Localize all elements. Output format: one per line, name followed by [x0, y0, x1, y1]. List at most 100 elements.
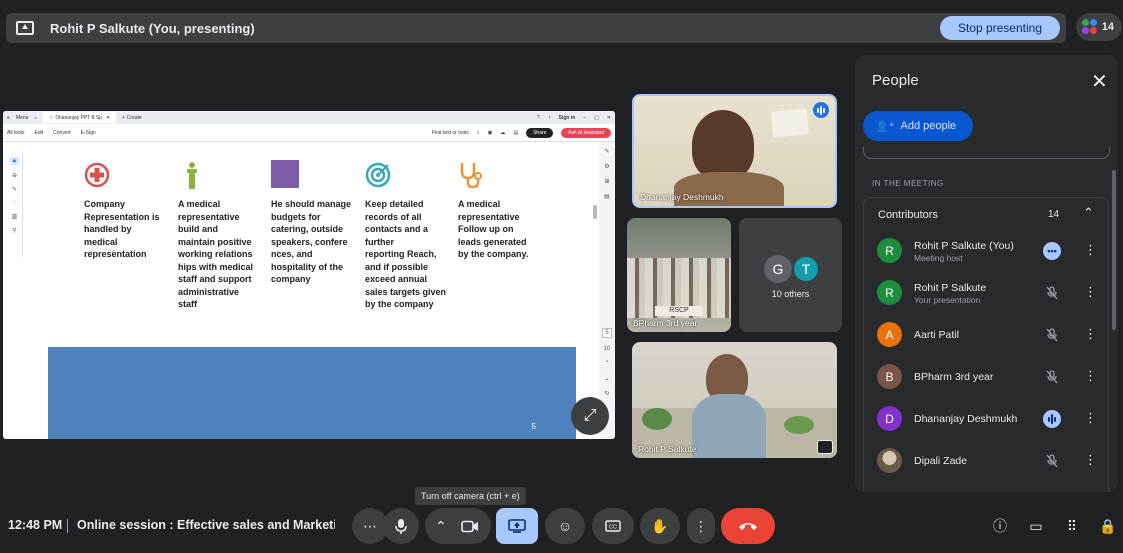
browser-tab[interactable]: ☆ Dhananjay PPT 8 Sp.. ✕: [43, 112, 117, 123]
toolbar-item-esign[interactable]: E-Sign: [81, 130, 96, 136]
slide-text-line: records of all: [365, 211, 422, 222]
camera-button[interactable]: ⌃: [425, 508, 491, 544]
bookmark-icon[interactable]: ⊞: [604, 178, 609, 185]
print-icon[interactable]: ▤: [513, 130, 518, 136]
video-tile-dhananjay[interactable]: Dhananjay Deshmukh: [632, 94, 837, 208]
participant-count-button[interactable]: 14: [1076, 13, 1122, 41]
help-icon[interactable]: ?: [537, 115, 540, 121]
pen-tool-icon[interactable]: ✎: [12, 186, 17, 193]
share-button[interactable]: Share: [526, 127, 554, 138]
contributors-label[interactable]: Contributors: [878, 209, 938, 221]
expand-screen-button[interactable]: ⤢: [571, 397, 609, 435]
menu-icon[interactable]: ≡: [7, 115, 10, 121]
microphone-button[interactable]: [383, 508, 419, 544]
more-dots-icon[interactable]: •••: [1043, 242, 1061, 260]
activities-icon[interactable]: ⠿: [1062, 516, 1082, 536]
captions-button[interactable]: CC: [592, 508, 634, 544]
find-tools-input[interactable]: Find text or tools: [432, 130, 469, 136]
video-tile-bpharm[interactable]: RSCP BPharm 3rd year: [627, 218, 731, 332]
page-up-icon[interactable]: ⌃: [604, 360, 609, 367]
more-vertical-icon[interactable]: ⋮: [1084, 242, 1097, 258]
more-vertical-icon[interactable]: ⋮: [1084, 326, 1097, 342]
avatar: A: [877, 322, 902, 347]
restore-icon[interactable]: ▢: [594, 115, 599, 121]
new-tab-button[interactable]: + Create: [122, 115, 141, 121]
signin-link[interactable]: Sign in: [559, 115, 576, 121]
add-people-button[interactable]: 👤⁺ Add people: [863, 111, 973, 141]
video-tile-rohit[interactable]: Rohit P Salkute: [632, 342, 837, 458]
svg-text:CC: CC: [609, 525, 617, 531]
mic-muted-icon[interactable]: [1043, 452, 1061, 470]
toolbar-item-edit[interactable]: Edit: [35, 130, 44, 136]
more-vertical-icon[interactable]: ⋮: [1084, 452, 1097, 468]
slide-text-line: catering, outside: [271, 224, 344, 234]
search-field-edge[interactable]: [863, 147, 1110, 159]
cursor-tool-icon[interactable]: ▲: [9, 157, 20, 165]
participant-row[interactable]: R Rohit P Salkute Your presentation ⋮: [864, 272, 1110, 314]
stop-presenting-button[interactable]: Stop presenting: [939, 16, 1060, 40]
page-number-box[interactable]: 5: [602, 328, 612, 338]
cloud-icon[interactable]: ☁: [500, 130, 505, 136]
end-call-button[interactable]: [721, 508, 775, 544]
toolbar-item-all-tools[interactable]: All tools: [7, 130, 25, 136]
participant-row[interactable]: D Dhananjay Deshmukh ⋮: [864, 398, 1110, 440]
avatar-g: G: [764, 255, 792, 283]
mic-muted-icon[interactable]: [1043, 368, 1061, 386]
pdf-right-strip: ✎ ⚙ ⊞ ▤ 5 10 ⌃ ⌄ ↻: [599, 142, 615, 439]
slide-text-line: hips with medical: [178, 261, 254, 272]
close-icon[interactable]: ✕: [1091, 69, 1108, 94]
home-icon[interactable]: ⌂: [34, 115, 37, 121]
chat-icon[interactable]: ▭: [1026, 516, 1046, 536]
rotate-icon[interactable]: ↻: [604, 390, 609, 397]
more-vertical-button[interactable]: ⋮: [687, 508, 715, 544]
slide-text-line: exceed annual: [365, 274, 428, 284]
participant-row[interactable]: A Aarti Patil ⋮: [864, 314, 1110, 356]
panel-scrollbar[interactable]: [1112, 170, 1116, 330]
participant-row[interactable]: Dipali Zade ⋮: [864, 440, 1110, 482]
mic-muted-icon[interactable]: [1043, 326, 1061, 344]
save-icon[interactable]: ▣: [488, 130, 493, 136]
lasso-tool-icon[interactable]: ◌: [13, 200, 17, 206]
stamp-tool-icon[interactable]: ⚲: [12, 227, 16, 234]
browser-menu-label[interactable]: Menu: [16, 115, 29, 121]
mic-muted-icon[interactable]: [1043, 284, 1061, 302]
participant-row[interactable]: R Rohit P Salkute (You) Meeting host ••• ⋮: [864, 230, 1110, 272]
presenting-bar: Rohit P Salkute (You, presenting) Stop p…: [6, 13, 1066, 43]
info-icon[interactable]: ⓘ: [990, 516, 1010, 536]
plant: [642, 408, 672, 430]
participant-row[interactable]: B BPharm 3rd year ⋮: [864, 356, 1110, 398]
host-controls-icon[interactable]: 🔒: [1098, 516, 1118, 536]
page-down-icon[interactable]: ⌄: [604, 375, 609, 382]
slide-text-line: budgets for: [271, 211, 321, 222]
pages-icon[interactable]: ▤: [604, 193, 610, 200]
raise-hand-button[interactable]: ✋: [640, 508, 680, 544]
ai-assistant-button[interactable]: Ask AI Assistant: [561, 127, 611, 138]
bell-icon[interactable]: ◔: [548, 115, 551, 121]
search-icon[interactable]: ⌕: [477, 130, 480, 136]
more-vertical-icon[interactable]: ⋮: [1084, 410, 1097, 426]
text-tool-icon[interactable]: ▥: [12, 213, 18, 220]
settings-icon[interactable]: ⚙: [604, 163, 609, 170]
slide-column-5: A medical representative Follow up on leads…: [458, 145, 544, 261]
clock: 12:48 PM: [8, 518, 63, 532]
more-vertical-icon[interactable]: ⋮: [1084, 368, 1097, 384]
speaking-indicator-icon[interactable]: [1043, 410, 1061, 428]
video-tile-others[interactable]: G T 10 others: [739, 218, 842, 332]
comment-icon[interactable]: ✎: [604, 148, 609, 155]
close-window-icon[interactable]: ✕: [607, 115, 611, 121]
toolbar-item-convert[interactable]: Convert: [53, 130, 71, 136]
slide-text-line: medical: [84, 236, 118, 247]
pip-icon[interactable]: [817, 440, 833, 454]
slide-text-line: further: [365, 236, 394, 247]
minimize-icon[interactable]: –: [583, 115, 586, 121]
zoom-tool-icon[interactable]: ⊕: [12, 172, 17, 179]
chevron-up-icon[interactable]: ⌃: [1083, 205, 1094, 221]
present-button[interactable]: [496, 508, 538, 544]
reactions-button[interactable]: ☺: [545, 508, 585, 544]
participant-subtitle: Your presentation: [914, 295, 981, 305]
more-vertical-icon[interactable]: ⋮: [1084, 284, 1097, 300]
chevron-up-icon[interactable]: ⌃: [435, 518, 447, 535]
participants-icon: [1082, 19, 1098, 35]
hand-icon: ✋: [651, 517, 669, 534]
pdf-scrollbar[interactable]: [593, 205, 597, 219]
